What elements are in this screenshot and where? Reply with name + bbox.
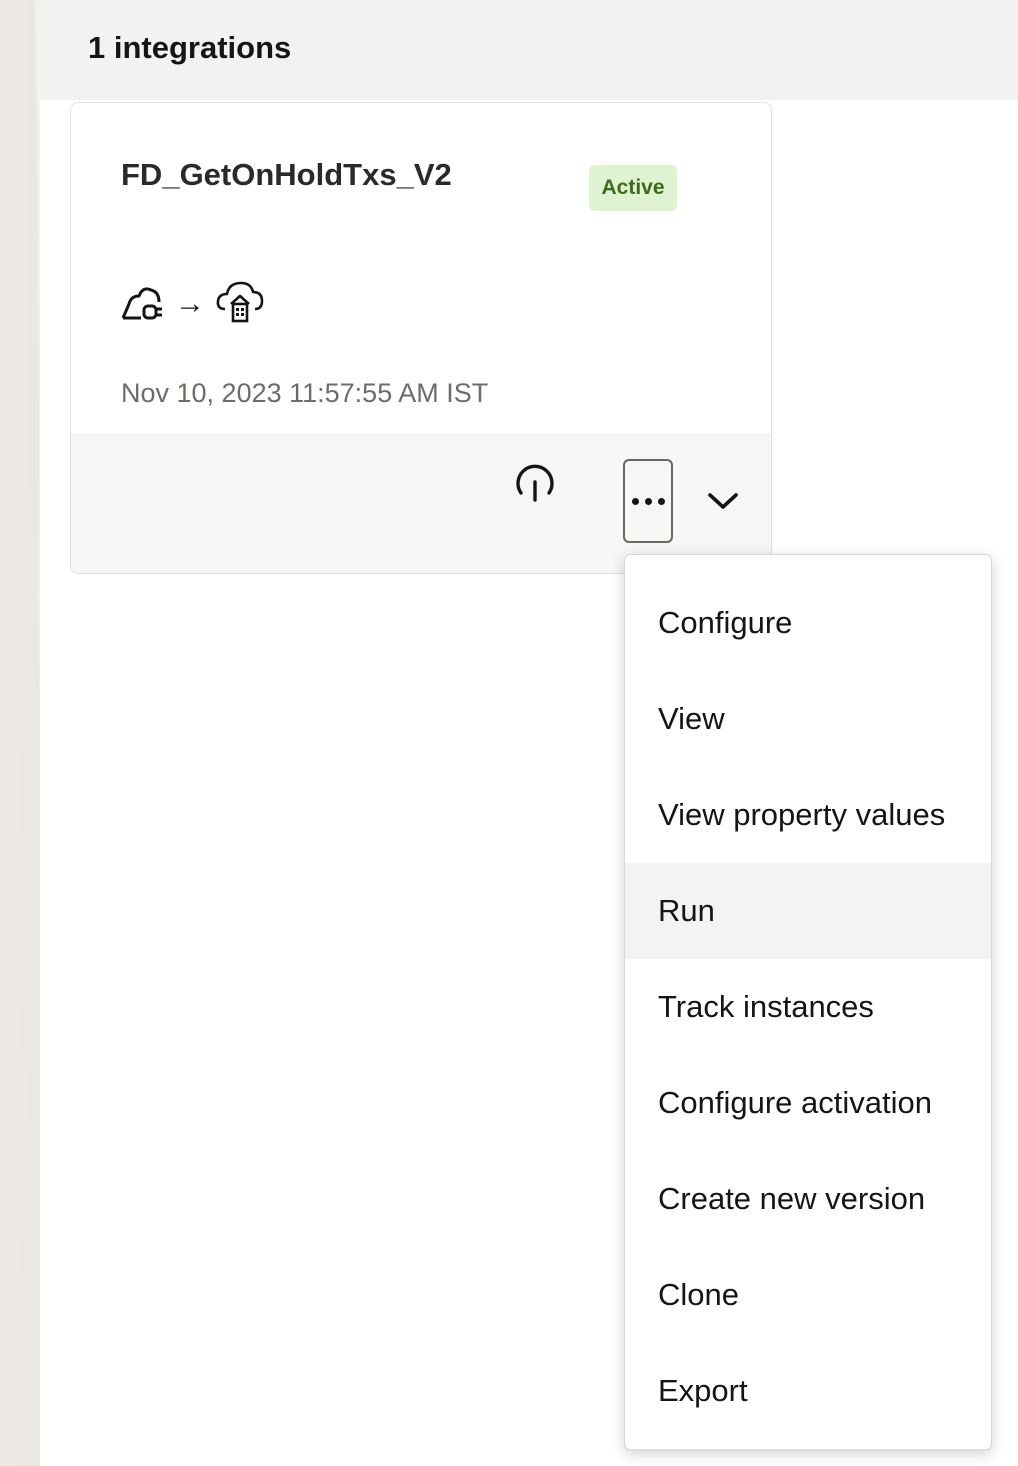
integrations-page: 1 integrations FD_GetOnHoldTxs_V2 Active… — [0, 0, 1018, 1466]
activate-button[interactable] — [507, 457, 563, 513]
integration-count-title: 1 integrations — [88, 30, 292, 65]
cloud-adapter-icon — [119, 280, 165, 329]
menu-item-configure-activation[interactable]: Configure activation — [625, 1055, 991, 1151]
integration-name[interactable]: FD_GetOnHoldTxs_V2 — [121, 155, 452, 195]
more-actions-button[interactable] — [623, 459, 673, 543]
menu-item-track-instances[interactable]: Track instances — [625, 959, 991, 1055]
menu-item-configure[interactable]: Configure — [625, 575, 991, 671]
status-badge: Active — [589, 165, 677, 211]
last-updated-timestamp: Nov 10, 2023 11:57:55 AM IST — [121, 378, 489, 408]
integration-card[interactable]: FD_GetOnHoldTxs_V2 Active → Nov 10, 2023… — [70, 102, 772, 574]
flow-arrow: → — [175, 287, 205, 320]
expand-card-button[interactable] — [701, 481, 745, 525]
menu-item-export[interactable]: Export — [625, 1343, 991, 1439]
menu-item-run[interactable]: Run — [625, 863, 991, 959]
ellipsis-icon-dot — [657, 497, 665, 505]
more-actions-menu: Configure View View property values Run … — [624, 554, 992, 1450]
ellipsis-icon — [631, 497, 639, 505]
background-strip — [0, 0, 40, 1466]
ellipsis-icon-dot — [644, 497, 652, 505]
cloud-building-icon — [215, 279, 265, 330]
power-icon — [512, 460, 558, 511]
menu-item-view-property-values[interactable]: View property values — [625, 767, 991, 863]
card-actions-bar — [71, 433, 771, 573]
menu-item-view[interactable]: View — [625, 671, 991, 767]
integration-flow: → — [119, 279, 265, 329]
panel-header: 1 integrations — [40, 0, 1018, 100]
chevron-down-icon — [707, 491, 739, 516]
menu-item-clone[interactable]: Clone — [625, 1247, 991, 1343]
menu-item-create-new-version[interactable]: Create new version — [625, 1151, 991, 1247]
